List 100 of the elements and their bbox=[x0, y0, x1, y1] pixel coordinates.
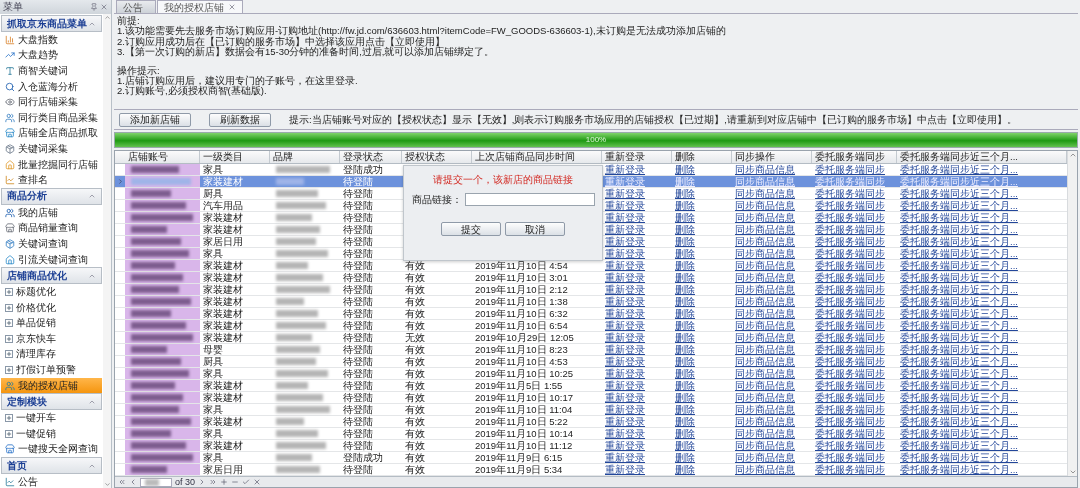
table-cell-text: 家装建材 bbox=[202, 380, 244, 391]
table-cell-text: 待登陆 bbox=[342, 284, 374, 295]
table-cell-text: 2019年10月29日 12:05 bbox=[474, 332, 575, 343]
table-cell-text: 家装建材 bbox=[202, 416, 244, 427]
table-cell-text: 2019年11月9日 5:34 bbox=[474, 464, 564, 475]
note-line: 2.订购账号,必须授权商智(基础版). bbox=[117, 86, 268, 97]
table-cell-text: 有效 bbox=[404, 344, 426, 355]
table-cell-text: 待登陆 bbox=[342, 416, 374, 427]
table-cell-text: 待登陆 bbox=[342, 260, 374, 271]
table-cell-text: 家具 bbox=[202, 164, 224, 175]
group-title: 抓取京东商品菜单 bbox=[7, 17, 87, 30]
group-title: 商品分析 bbox=[7, 190, 47, 203]
table-cell-text: 2019年11月10日 1:38 bbox=[474, 296, 569, 307]
table-cell-text: 家装建材 bbox=[202, 320, 244, 331]
table-cell-text: 母婴 bbox=[202, 344, 224, 355]
hint-text: 提示:当店铺账号对应的【授权状态】显示【无效】,则表示订购服务市场应用的店铺授权【已过期】,请重新到对应店铺中【已订购的服务市场】中点击【立即使用】。 bbox=[289, 114, 1017, 125]
group-title: 店铺商品优化 bbox=[7, 269, 67, 282]
table-cell-text: 2019年11月10日 4:54 bbox=[474, 260, 569, 271]
note-heading: 前提: bbox=[117, 16, 140, 27]
table-cell-text: 家装建材 bbox=[202, 284, 244, 295]
table-cell-text: 2019年11月10日 4:53 bbox=[474, 356, 569, 367]
table-cell-text: 待登陆 bbox=[342, 356, 374, 367]
table-cell-text: 2019年11月10日 8:23 bbox=[474, 344, 569, 355]
note-line: 1.店铺订购应用后，建议用专门的子账号，在这里登录. bbox=[117, 76, 359, 87]
table-cell-text: 待登陆 bbox=[342, 236, 374, 247]
table-cell-text: 待登陆 bbox=[342, 380, 374, 391]
table-cell-text: 有效 bbox=[404, 464, 426, 475]
table-cell-text: 2019年11月10日 6:32 bbox=[474, 308, 569, 319]
table-cell-text: 2019年11月10日 10:25 bbox=[474, 368, 574, 379]
table-cell-text: 待登陆 bbox=[342, 212, 374, 223]
table-cell-text: 待登陆 bbox=[342, 332, 374, 343]
table-cell-text: 待登陆 bbox=[342, 188, 374, 199]
table-cell-text: 2019年11月10日 2:12 bbox=[474, 284, 569, 295]
table-cell-text: 厨具 bbox=[202, 188, 224, 199]
table-cell-text: 家装建材 bbox=[202, 212, 244, 223]
table-cell-text: 有效 bbox=[404, 272, 426, 283]
note-line: 3.【第一次订购的新店】数据会有15-30分钟的准备时间,过后,就可以添加店铺绑定了。 bbox=[117, 47, 496, 58]
table-cell-text: 有效 bbox=[404, 440, 426, 451]
table-cell-text: 待登陆 bbox=[342, 320, 374, 331]
table-cell-text: 有效 bbox=[404, 296, 426, 307]
table-cell-text: 待登陆 bbox=[342, 392, 374, 403]
table-cell-text: 家装建材 bbox=[202, 440, 244, 451]
table-cell-text: 家装建材 bbox=[202, 308, 244, 319]
table-cell-text: 登陆成功 bbox=[342, 164, 384, 175]
table-cell-text: 有效 bbox=[404, 356, 426, 367]
table-cell-text: 待登陆 bbox=[342, 428, 374, 439]
table-cell-text: 有效 bbox=[404, 308, 426, 319]
table-cell-text: 待登陆 bbox=[342, 344, 374, 355]
table-cell-text: 2019年11月9日 6:15 bbox=[474, 452, 564, 463]
table-cell-text: 2019年11月10日 5:22 bbox=[474, 416, 569, 427]
dialog-title: 请提交一个，该新店的商品链接 bbox=[433, 174, 573, 185]
table-cell-text: 2019年11月10日 6:54 bbox=[474, 320, 569, 331]
table-cell-text: 有效 bbox=[404, 392, 426, 403]
table-cell-text: 有效 bbox=[404, 284, 426, 295]
table-cell-text: 待登陆 bbox=[342, 464, 374, 475]
table-cell-text: 待登陆 bbox=[342, 176, 374, 187]
table-cell-text: 登陆成功 bbox=[342, 452, 384, 463]
table-cell-text: 有效 bbox=[404, 368, 426, 379]
table-cell-text: 家装建材 bbox=[202, 332, 244, 343]
table-cell-text: 2019年11月10日 3:01 bbox=[474, 272, 569, 283]
table-cell-text: 待登陆 bbox=[342, 272, 374, 283]
table-cell-text: 待登陆 bbox=[342, 248, 374, 259]
table-cell-text: 待登陆 bbox=[342, 368, 374, 379]
table-cell-text: 2019年11月10日 10:14 bbox=[474, 428, 574, 439]
table-cell-text: 有效 bbox=[404, 320, 426, 331]
table-cell-text: 待登陆 bbox=[342, 440, 374, 451]
table-cell-text: 家居日用 bbox=[202, 236, 244, 247]
table-cell-text: 有效 bbox=[404, 260, 426, 271]
table-cell-text: 汽车用品 bbox=[202, 200, 244, 211]
table-cell-text: 厨具 bbox=[202, 356, 224, 367]
table-cell-text: 家装建材 bbox=[202, 296, 244, 307]
table-cell-text: 无效 bbox=[404, 332, 426, 343]
table-cell-text: 家装建材 bbox=[202, 176, 244, 187]
table-cell-text: 家具 bbox=[202, 248, 224, 259]
table-cell-text: 家居日用 bbox=[202, 464, 244, 475]
group-title: 定制模块 bbox=[7, 395, 47, 408]
table-cell-text: 待登陆 bbox=[342, 296, 374, 307]
table-cell-text: 2019年11月10日 10:17 bbox=[474, 392, 574, 403]
table-cell-text: 有效 bbox=[404, 452, 426, 463]
table-cell-text: 家具 bbox=[202, 428, 224, 439]
table-cell-text: 家具 bbox=[202, 368, 224, 379]
page-total: of 30 bbox=[175, 477, 196, 487]
table-cell-text: 待登陆 bbox=[342, 224, 374, 235]
field-label: 商品链接： bbox=[411, 194, 462, 205]
panel-title-text: 菜单 bbox=[3, 1, 23, 13]
table-cell-text: 家装建材 bbox=[202, 260, 244, 271]
table-cell-text: 2019年11月10日 11:12 bbox=[474, 440, 574, 451]
table-cell-text: 2019年11月5日 1:55 bbox=[474, 380, 564, 391]
table-cell-text: 家装建材 bbox=[202, 224, 244, 235]
table-cell-text: 有效 bbox=[404, 380, 426, 391]
progress-label: 100% bbox=[585, 135, 607, 145]
table-cell-text: 家装建材 bbox=[202, 272, 244, 283]
table-cell-text: 家具 bbox=[202, 404, 224, 415]
note-line: 2.订购应用成功后在【已订购的服务市场】中选择该应用点击【立即使用】 bbox=[117, 36, 445, 47]
table-cell-text: 待登陆 bbox=[342, 200, 374, 211]
note-line: 1.该功能需要先去服务市场订购应用-订购地址(http://fw.jd.com/636603.html?itemCode=FW_GOODS-636603-1),未订购是无法成功添加店铺的 bbox=[117, 26, 727, 37]
note-heading: 操作提示: bbox=[117, 65, 160, 77]
table-cell-text: 待登陆 bbox=[342, 404, 374, 415]
table-cell-text: 待登陆 bbox=[342, 308, 374, 319]
table-cell-text: 家装建材 bbox=[202, 392, 244, 403]
